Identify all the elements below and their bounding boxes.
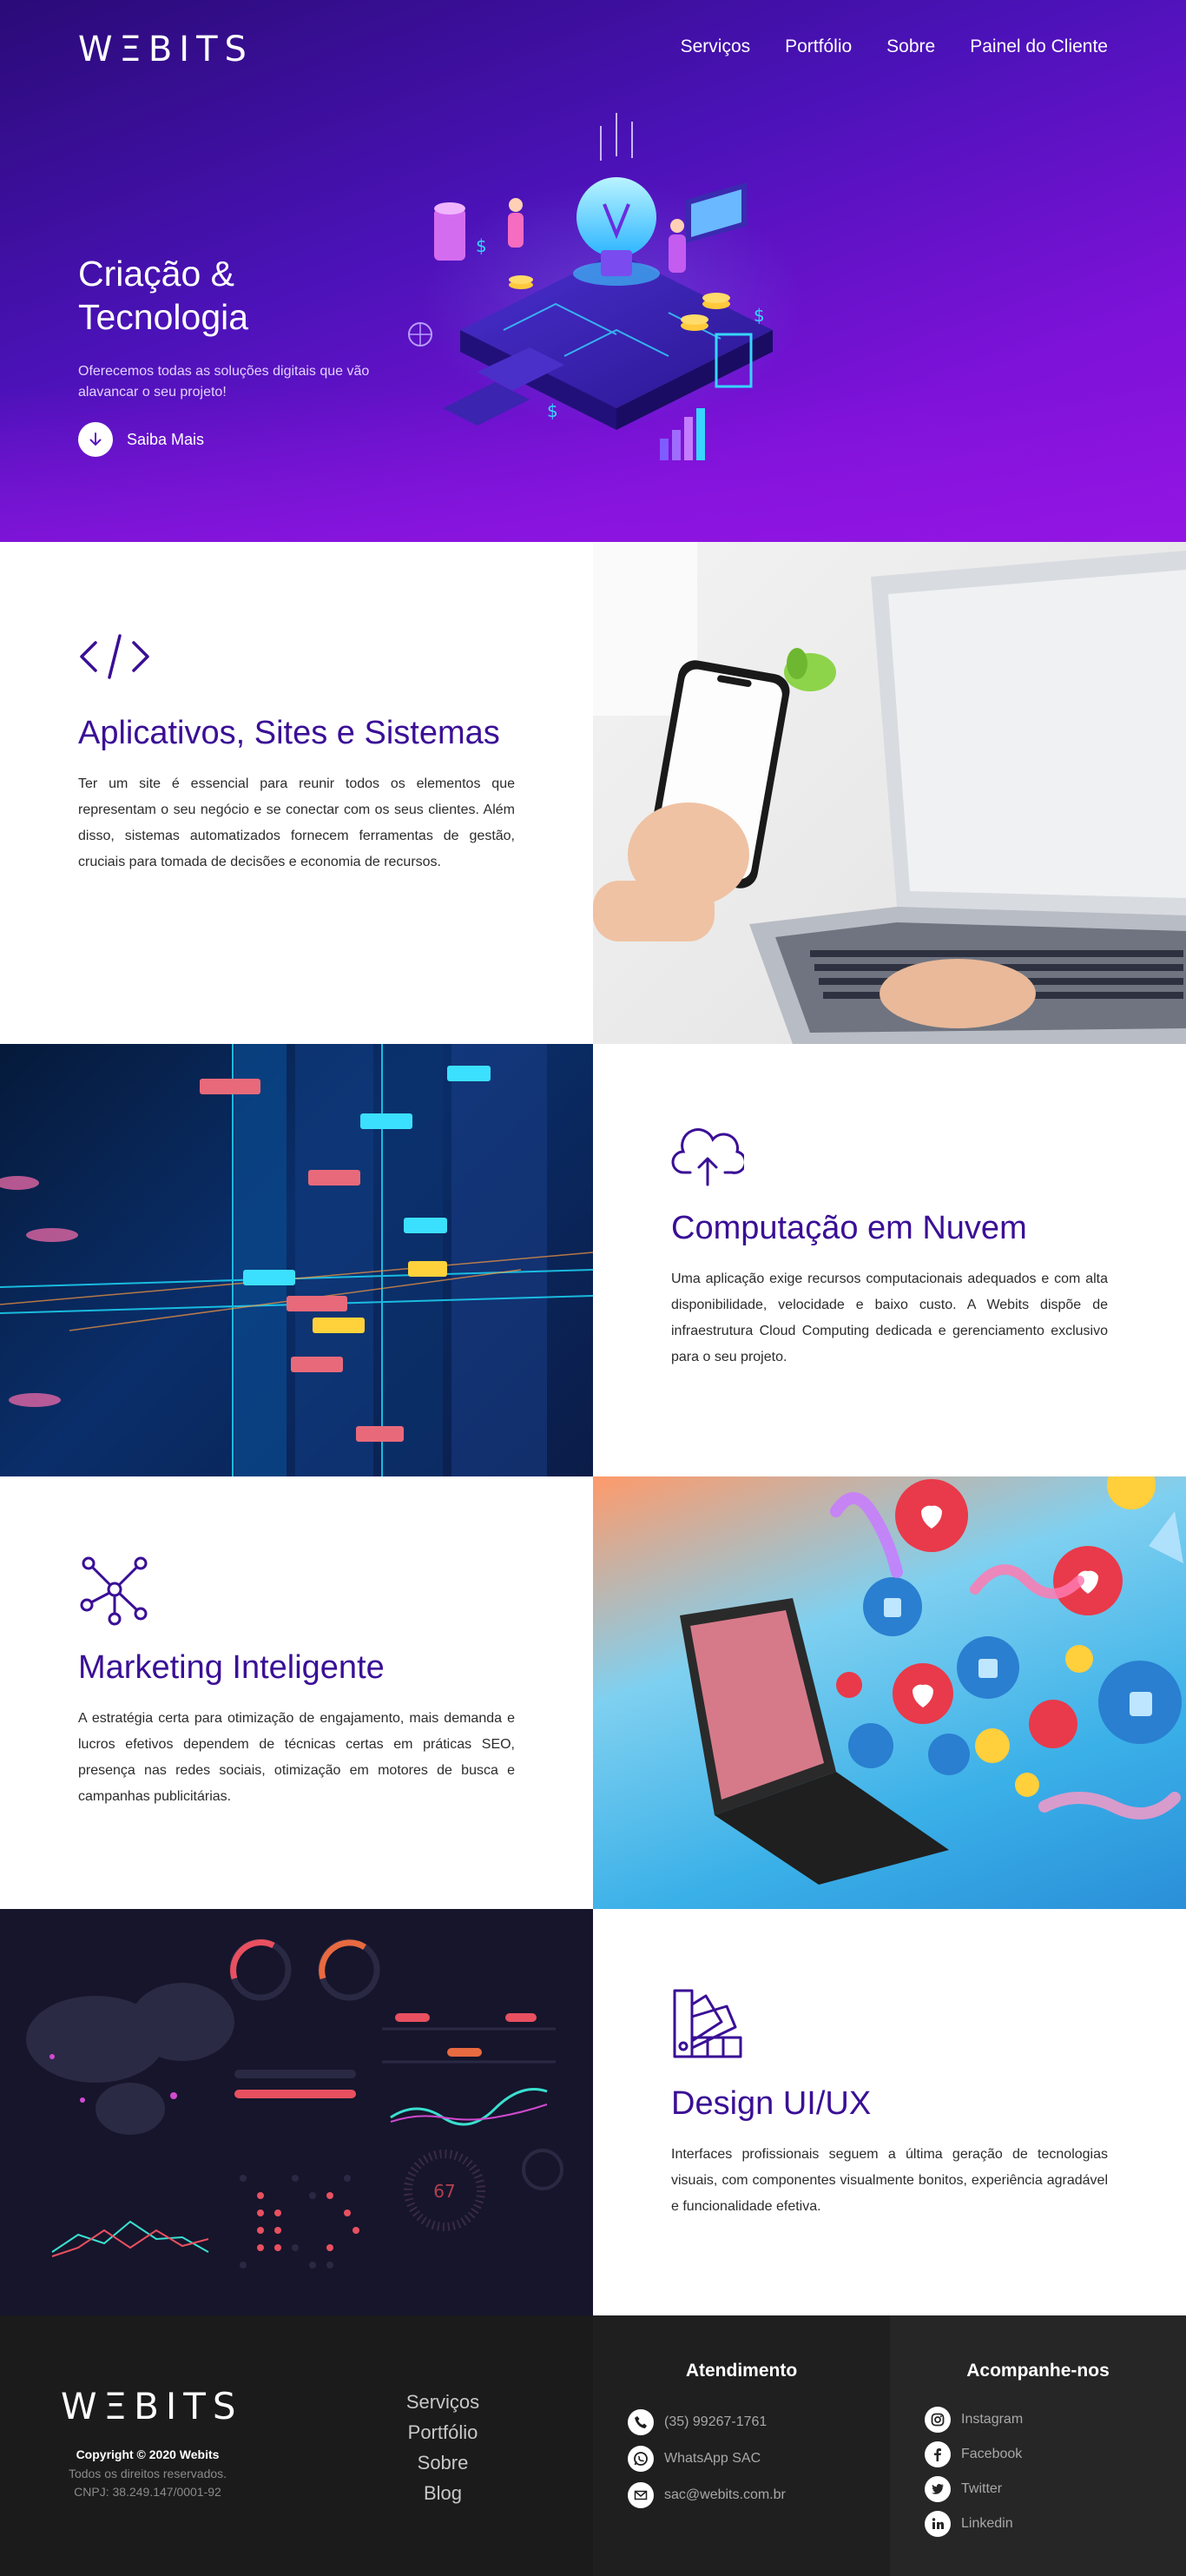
- social-linkedin-label: Linkedin: [961, 2516, 1013, 2531]
- footer-cnpj: CNPJ: 38.249.147/0001-92: [74, 2485, 221, 2499]
- service-design-section: 67 Design UI/UX Interfaces profissionais…: [0, 1909, 1186, 2315]
- hero-section: WΞBITS Serviços Portfólio Sobre Painel d…: [0, 0, 1186, 542]
- footer-support-panel: Atendimento (35) 99267-1761 WhatsApp SAC…: [593, 2315, 890, 2576]
- laptop-phone-photo: [593, 542, 1186, 1044]
- hero-subtitle: Oferecemos todas as soluções digitais qu…: [78, 364, 370, 400]
- arrow-down-icon: [78, 422, 113, 457]
- linkedin-icon: [925, 2511, 951, 2537]
- footer-copyright: Copyright © 2020 Webits: [76, 2447, 220, 2461]
- dashboard-gauge-value: 67: [433, 2181, 455, 2202]
- code-icon: [80, 634, 149, 679]
- service-design-text-panel: Design UI/UX Interfaces profissionais se…: [593, 1909, 1186, 2315]
- social-linkedin[interactable]: Linkedin: [925, 2507, 1023, 2541]
- laptop-phone-illustration: [593, 542, 1186, 1044]
- footer-rights: Todos os direitos reservados. CNPJ: 38.2…: [35, 2465, 260, 2501]
- service-marketing-text-panel: Marketing Inteligente A estratégia certa…: [0, 1476, 593, 1909]
- footer-social-panel: Acompanhe-nos Instagram Facebook Twitter: [890, 2315, 1186, 2576]
- svg-text:$: $: [547, 400, 558, 421]
- svg-text:$: $: [754, 305, 765, 326]
- whatsapp-icon: [628, 2446, 654, 2472]
- footer-link-servicos[interactable]: Serviços: [365, 2387, 521, 2417]
- service-apps-text-panel: Aplicativos, Sites e Sistemas Ter um sit…: [0, 542, 593, 1044]
- social-instagram-label: Instagram: [961, 2412, 1024, 2427]
- footer-brand-panel: WΞBITS Copyright © 2020 Webits Todos os …: [0, 2315, 593, 2576]
- footer-logo[interactable]: WΞBITS: [61, 2385, 243, 2427]
- facebook-icon: [925, 2441, 951, 2467]
- social-media-illustration: [680, 1476, 1183, 1885]
- footer-rights-text: Todos os direitos reservados.: [68, 2467, 227, 2480]
- social-twitter-label: Twitter: [961, 2481, 1003, 2496]
- cloud-upload-icon: [671, 1128, 744, 1186]
- social-facebook[interactable]: Facebook: [925, 2437, 1023, 2472]
- server-rack-photo: [0, 1044, 593, 1476]
- service-design-title: Design UI/UX: [671, 2085, 872, 2122]
- service-cloud-text: Uma aplicação exige recursos computacion…: [671, 1271, 1108, 1364]
- service-marketing-title: Marketing Inteligente: [78, 1649, 385, 1686]
- footer-link-sobre[interactable]: Sobre: [365, 2447, 521, 2478]
- footer-nav: Serviços Portfólio Sobre Blog: [365, 2387, 521, 2508]
- network-icon: [80, 1556, 148, 1626]
- social-media-photo: [593, 1476, 1186, 1909]
- service-apps-title: Aplicativos, Sites e Sistemas: [78, 715, 500, 751]
- instagram-icon: [925, 2407, 951, 2433]
- hero-title: Criação & Tecnologia: [78, 254, 249, 337]
- svg-text:$: $: [476, 235, 487, 256]
- support-title: Atendimento: [685, 2361, 798, 2381]
- twitter-icon: [925, 2476, 951, 2502]
- support-phone-label: (35) 99267-1761: [664, 2414, 768, 2429]
- brand-logo[interactable]: WΞBITS: [78, 30, 254, 69]
- nav-item-painel[interactable]: Painel do Cliente: [970, 36, 1108, 57]
- service-cloud-text-panel: Computação em Nuvem Uma aplicação exige …: [593, 1044, 1186, 1476]
- hero-isometric-illustration: $ $ $: [408, 113, 803, 460]
- footer-link-blog[interactable]: Blog: [365, 2478, 521, 2508]
- server-data-illustration: [0, 1044, 593, 1476]
- service-apps-text: Ter um site é essencial para reunir todo…: [78, 776, 515, 869]
- mail-icon: [628, 2482, 654, 2508]
- social-title: Acompanhe-nos: [966, 2361, 1110, 2381]
- service-marketing-section: Marketing Inteligente A estratégia certa…: [0, 1476, 1186, 1909]
- nav-item-sobre[interactable]: Sobre: [886, 36, 935, 57]
- phone-icon: [628, 2409, 654, 2435]
- footer-link-portfolio[interactable]: Portfólio: [365, 2417, 521, 2447]
- support-whatsapp[interactable]: WhatsApp SAC: [628, 2441, 786, 2477]
- color-palette-icon: [673, 1989, 742, 2058]
- social-instagram[interactable]: Instagram: [925, 2402, 1023, 2437]
- service-cloud-section: Computação em Nuvem Uma aplicação exige …: [0, 1044, 1186, 1476]
- saiba-mais-button[interactable]: Saiba Mais: [78, 422, 204, 457]
- main-nav: Serviços Portfólio Sobre Painel do Clien…: [681, 36, 1108, 57]
- dashboard-mockup-photo: 67: [0, 1909, 593, 2315]
- social-facebook-label: Facebook: [961, 2447, 1023, 2461]
- nav-item-servicos[interactable]: Serviços: [681, 36, 751, 57]
- support-phone[interactable]: (35) 99267-1761: [628, 2404, 786, 2441]
- support-whatsapp-label: WhatsApp SAC: [664, 2451, 761, 2466]
- support-email[interactable]: sac@webits.com.br: [628, 2477, 786, 2513]
- dashboard-illustration: 67: [26, 1939, 563, 2269]
- site-footer: WΞBITS Copyright © 2020 Webits Todos os …: [0, 2315, 1186, 2576]
- nav-item-portfolio[interactable]: Portfólio: [785, 36, 852, 57]
- service-cloud-title: Computação em Nuvem: [671, 1210, 1027, 1246]
- service-design-text: Interfaces profissionais seguem a última…: [671, 2147, 1108, 2214]
- social-twitter[interactable]: Twitter: [925, 2472, 1023, 2507]
- saiba-mais-label: Saiba Mais: [127, 430, 205, 448]
- service-apps-section: Aplicativos, Sites e Sistemas Ter um sit…: [0, 542, 1186, 1044]
- support-email-label: sac@webits.com.br: [664, 2487, 786, 2502]
- service-marketing-text: A estratégia certa para otimização de en…: [78, 1711, 515, 1804]
